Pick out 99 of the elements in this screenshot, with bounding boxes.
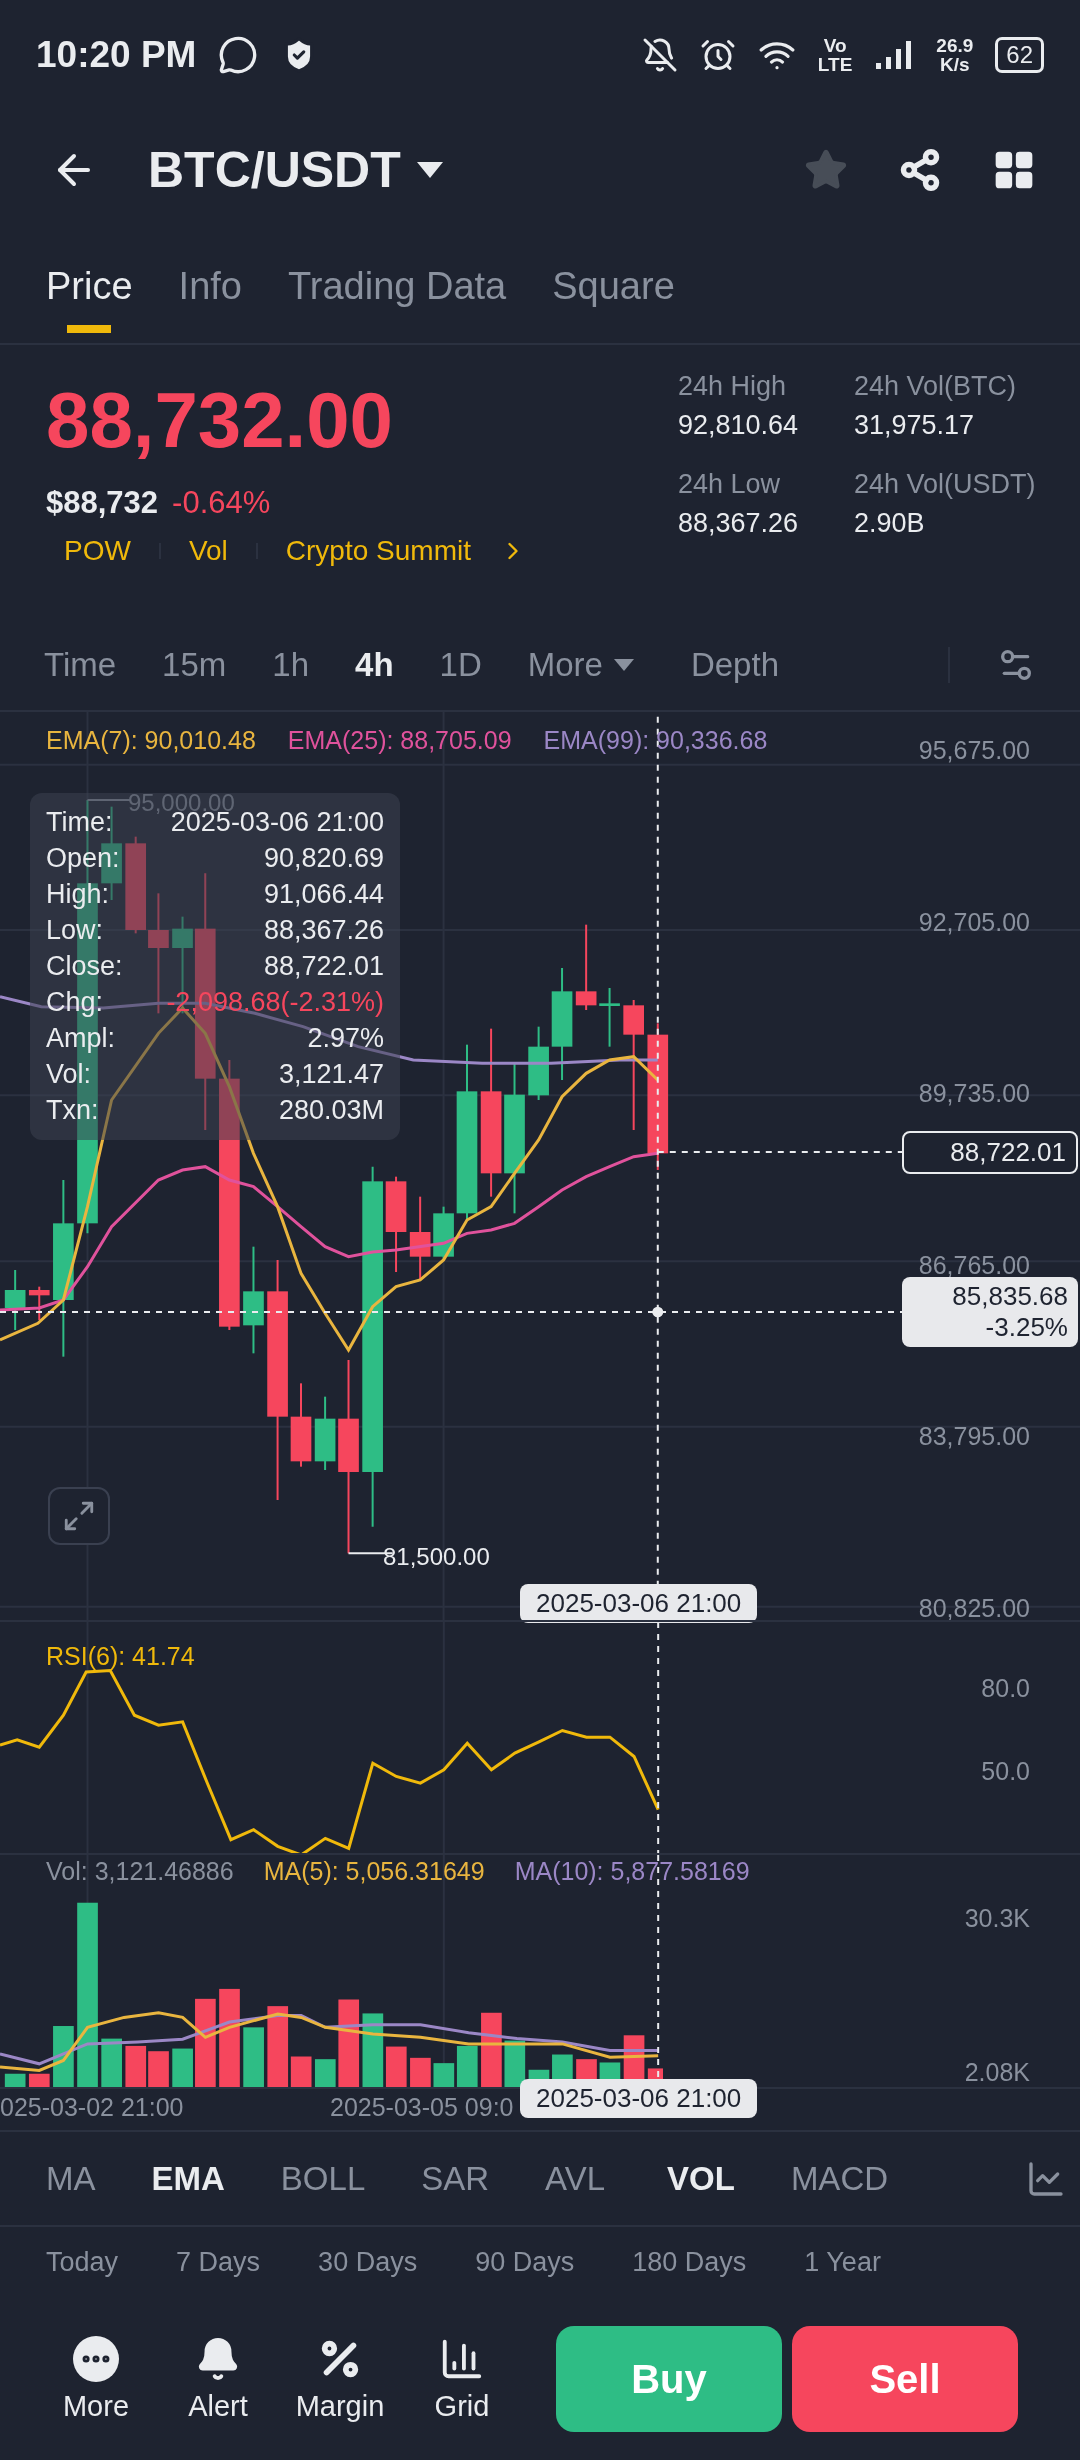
more-dots-icon xyxy=(73,2335,119,2382)
price-axis-label: 95,675.00 xyxy=(918,735,1030,765)
expand-icon xyxy=(62,1499,96,1533)
caret-icon xyxy=(612,658,635,672)
tooltip-value: 2.97% xyxy=(307,1023,384,1054)
tab[interactable]: Trading Data xyxy=(287,230,507,343)
price-axis-label: 92,705.00 xyxy=(918,907,1030,937)
toolbar-action[interactable]: Margin xyxy=(284,2335,396,2423)
coin-tag[interactable]: Crypto Summit xyxy=(285,535,471,567)
tooltip-label: Open: xyxy=(46,843,120,874)
pair-title[interactable]: BTC/USDT xyxy=(148,141,401,199)
volume-axis-label: 2.08K xyxy=(964,2057,1030,2087)
tooltip-value: 91,066.44 xyxy=(263,879,384,910)
tooltip-value: 3,121.47 xyxy=(278,1059,384,1090)
bell-off-icon xyxy=(641,37,678,73)
last-price: 88,732.00 xyxy=(46,381,394,459)
volume-legend: MA(10): 5,877.58169 xyxy=(514,1857,750,1886)
stat-label: 24h Vol(USDT) xyxy=(854,469,1037,500)
toolbar-action[interactable]: Grid xyxy=(406,2335,518,2423)
network-speed: 26.9 K/s xyxy=(936,36,974,74)
volume-legend: MA(5): 5,056.31649 xyxy=(263,1857,485,1886)
coin-tag[interactable]: Vol xyxy=(188,535,228,567)
toolbar-action[interactable]: Alert xyxy=(162,2335,274,2423)
stat-value: 92,810.64 xyxy=(678,410,800,441)
depth-tab[interactable]: Depth xyxy=(690,646,779,684)
rsi-legend: RSI(6): 41.74 xyxy=(46,1642,195,1671)
price-axis-label: 86,765.00 xyxy=(918,1250,1030,1280)
ema-legend: EMA(25): 88,705.09 xyxy=(287,726,512,755)
interval-tab[interactable]: 1h xyxy=(272,646,310,684)
period-tab[interactable]: Today xyxy=(46,2247,119,2278)
period-tab[interactable]: 1 Year xyxy=(804,2247,881,2278)
tooltip-label: High: xyxy=(46,879,110,910)
sell-button[interactable]: Sell xyxy=(792,2326,1018,2432)
stat-label: 24h High xyxy=(678,371,788,402)
stat-value: 88,367.26 xyxy=(678,508,800,539)
rsi-axis-label: 50.0 xyxy=(981,1756,1030,1786)
stat-value: 31,975.17 xyxy=(854,410,976,441)
crosshair-time-tag: 2025-03-06 21:00 xyxy=(520,2079,758,2118)
tab[interactable]: Price xyxy=(46,230,133,343)
chat-bubble-icon xyxy=(218,35,259,75)
alarm-icon xyxy=(699,37,736,73)
tooltip-label: Chg: xyxy=(46,987,104,1018)
coin-tag[interactable]: POW xyxy=(64,535,131,567)
period-tab[interactable]: 90 Days xyxy=(475,2247,575,2278)
tooltip-value: 280.03M xyxy=(278,1095,384,1126)
period-tab[interactable]: 30 Days xyxy=(318,2247,418,2278)
tooltip-label: Txn: xyxy=(46,1095,99,1126)
crosshair-change: -3.25% xyxy=(984,1312,1068,1343)
rsi-axis-label: 80.0 xyxy=(981,1673,1030,1703)
tooltip-label: Ampl: xyxy=(46,1023,116,1054)
price-axis-label: 89,735.00 xyxy=(918,1078,1030,1108)
low-marker: 81,500.00 xyxy=(383,1543,490,1571)
expand-button[interactable] xyxy=(48,1487,110,1545)
tooltip-value: -2,098.68(-2.31%) xyxy=(166,987,384,1018)
tooltip-label: Vol: xyxy=(46,1059,92,1090)
interval-tab[interactable]: Time xyxy=(44,646,117,684)
tooltip-value: 88,722.01 xyxy=(263,951,384,982)
indicator-tab[interactable]: VOL xyxy=(667,2159,735,2198)
indicator-tab[interactable]: AVL xyxy=(545,2159,606,2198)
caret-icon[interactable] xyxy=(414,160,445,180)
date-axis-label: 025-03-02 21:00 xyxy=(0,2093,184,2122)
period-tab[interactable]: 7 Days xyxy=(176,2247,261,2278)
tooltip-value: 88,367.26 xyxy=(263,915,384,946)
interval-tab[interactable]: 4h xyxy=(355,646,394,684)
tooltip-value: 90,820.69 xyxy=(263,843,384,874)
indicator-tab[interactable]: MACD xyxy=(790,2159,889,2198)
tab[interactable]: Square xyxy=(552,230,675,343)
fiat-price: $88,732 xyxy=(46,485,159,521)
tooltip-label: Time: xyxy=(46,807,113,838)
network-type: Vo LTE xyxy=(817,36,853,74)
crosshair-price: 85,835.68 xyxy=(951,1281,1068,1312)
share-icon[interactable] xyxy=(898,148,942,192)
interval-tab[interactable]: 15m xyxy=(162,646,227,684)
tooltip-label: Close: xyxy=(46,951,123,982)
period-tab[interactable]: 180 Days xyxy=(632,2247,747,2278)
last-price-tag: 88,722.01 xyxy=(902,1131,1078,1174)
tab[interactable]: Info xyxy=(178,230,242,343)
price-axis-label: 83,795.00 xyxy=(918,1421,1030,1451)
indicator-tab[interactable]: MA xyxy=(46,2159,96,2198)
toolbar-action[interactable]: More xyxy=(40,2335,152,2423)
date-axis-label: 2025-03-05 09:0 xyxy=(330,2093,514,2122)
indicator-tab[interactable]: EMA xyxy=(151,2159,225,2198)
indicator-tab[interactable]: BOLL xyxy=(280,2159,366,2198)
price-axis-label: 80,825.00 xyxy=(918,1593,1030,1623)
stat-label: 24h Low xyxy=(678,469,782,500)
tooltip-label: Low: xyxy=(46,915,104,946)
price-change: -0.64% xyxy=(172,485,271,521)
status-time: 10:20 PM xyxy=(36,34,197,76)
more-dropdown[interactable]: More xyxy=(527,646,635,684)
indicator-tab[interactable]: SAR xyxy=(421,2159,490,2198)
volume-axis-label: 30.3K xyxy=(964,1903,1030,1933)
interval-tab[interactable]: 1D xyxy=(439,646,482,684)
stat-value: 2.90B xyxy=(854,508,926,539)
volume-legend: Vol: 3,121.46886 xyxy=(46,1857,234,1886)
battery-level: 62 xyxy=(995,37,1044,73)
stat-label: 24h Vol(BTC) xyxy=(854,371,1018,402)
ema-legend: EMA(7): 90,010.48 xyxy=(46,726,256,755)
crosshair-time-tag: 2025-03-06 21:00 xyxy=(520,1584,758,1623)
ema-legend: EMA(99): 90,336.68 xyxy=(543,726,768,755)
